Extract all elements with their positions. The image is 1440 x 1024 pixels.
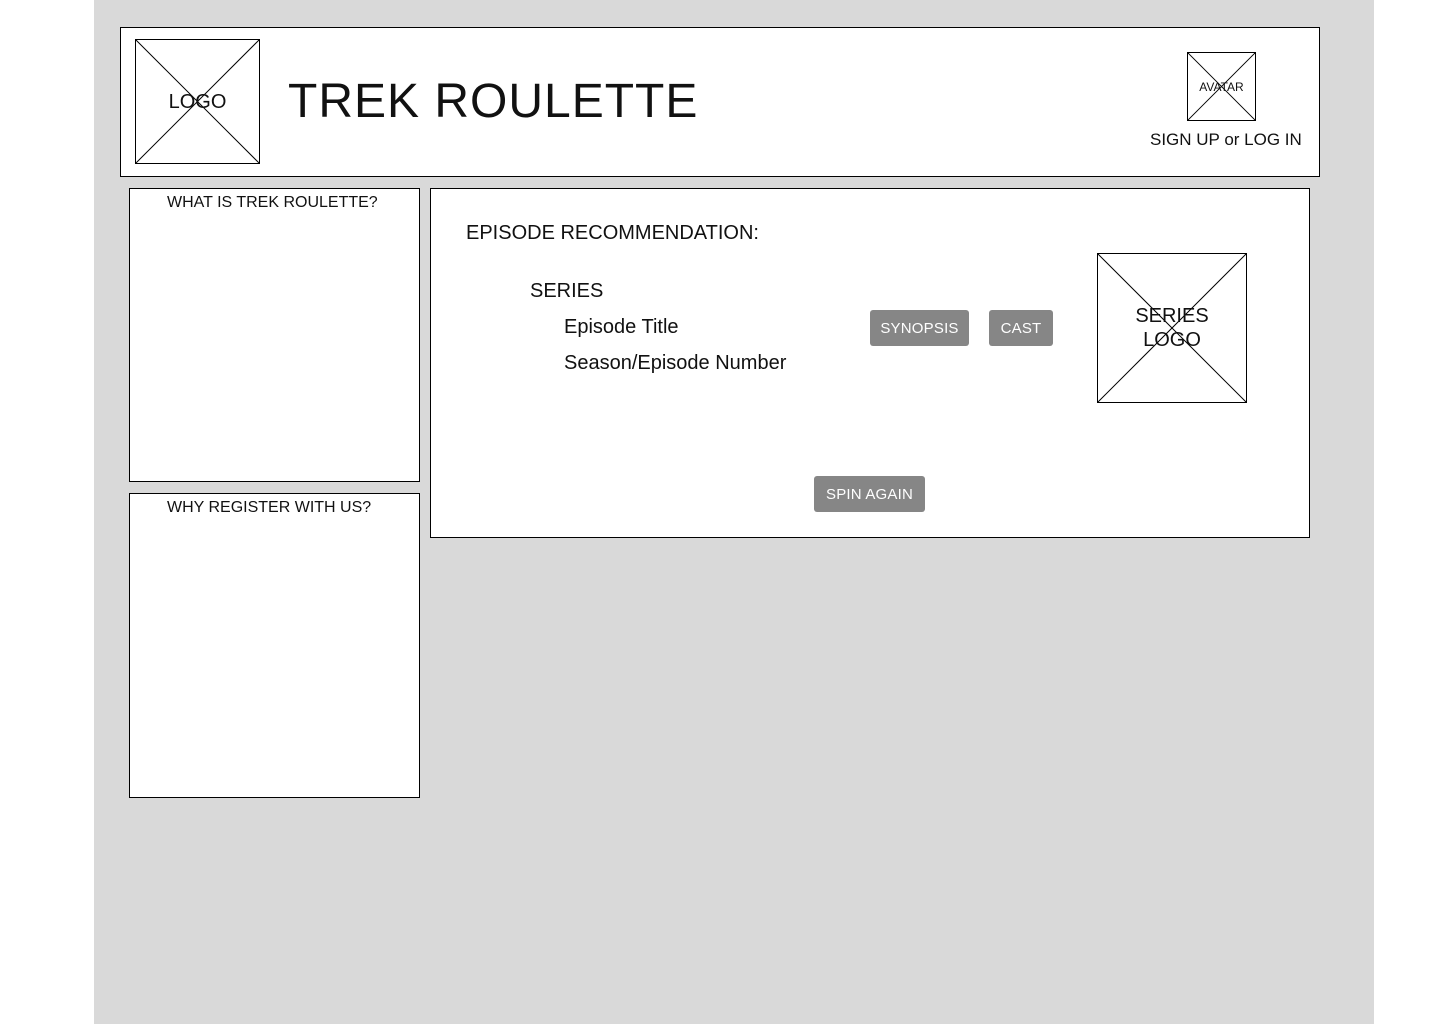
spin-again-button[interactable]: SPIN AGAIN	[814, 476, 925, 512]
about-panel	[129, 188, 420, 482]
series-logo-label-line1: SERIES	[1135, 305, 1209, 327]
logo-label: LOGO	[168, 90, 227, 113]
cast-button[interactable]: CAST	[989, 310, 1053, 346]
synopsis-button[interactable]: SYNOPSIS	[870, 310, 969, 346]
site-logo[interactable]: LOGO	[135, 39, 260, 164]
register-panel	[129, 493, 420, 798]
page-title: TREK ROULETTE	[288, 75, 699, 128]
series-name: SERIES	[530, 280, 604, 302]
series-logo: SERIES LOGO	[1097, 253, 1247, 403]
series-logo-label: SERIES LOGO	[1098, 304, 1246, 352]
avatar[interactable]: AVATAR	[1187, 52, 1256, 121]
episode-title: Episode Title	[564, 316, 679, 338]
about-heading: WHAT IS TREK ROULETTE?	[167, 194, 378, 211]
series-logo-label-line2: LOGO	[1143, 329, 1201, 351]
recommendation-heading: EPISODE RECOMMENDATION:	[466, 222, 759, 244]
signup-login-link[interactable]: SIGN UP or LOG IN	[1150, 130, 1302, 150]
register-heading: WHY REGISTER WITH US?	[167, 499, 372, 516]
season-episode-number: Season/Episode Number	[564, 352, 787, 374]
avatar-label: AVATAR	[1199, 79, 1244, 94]
